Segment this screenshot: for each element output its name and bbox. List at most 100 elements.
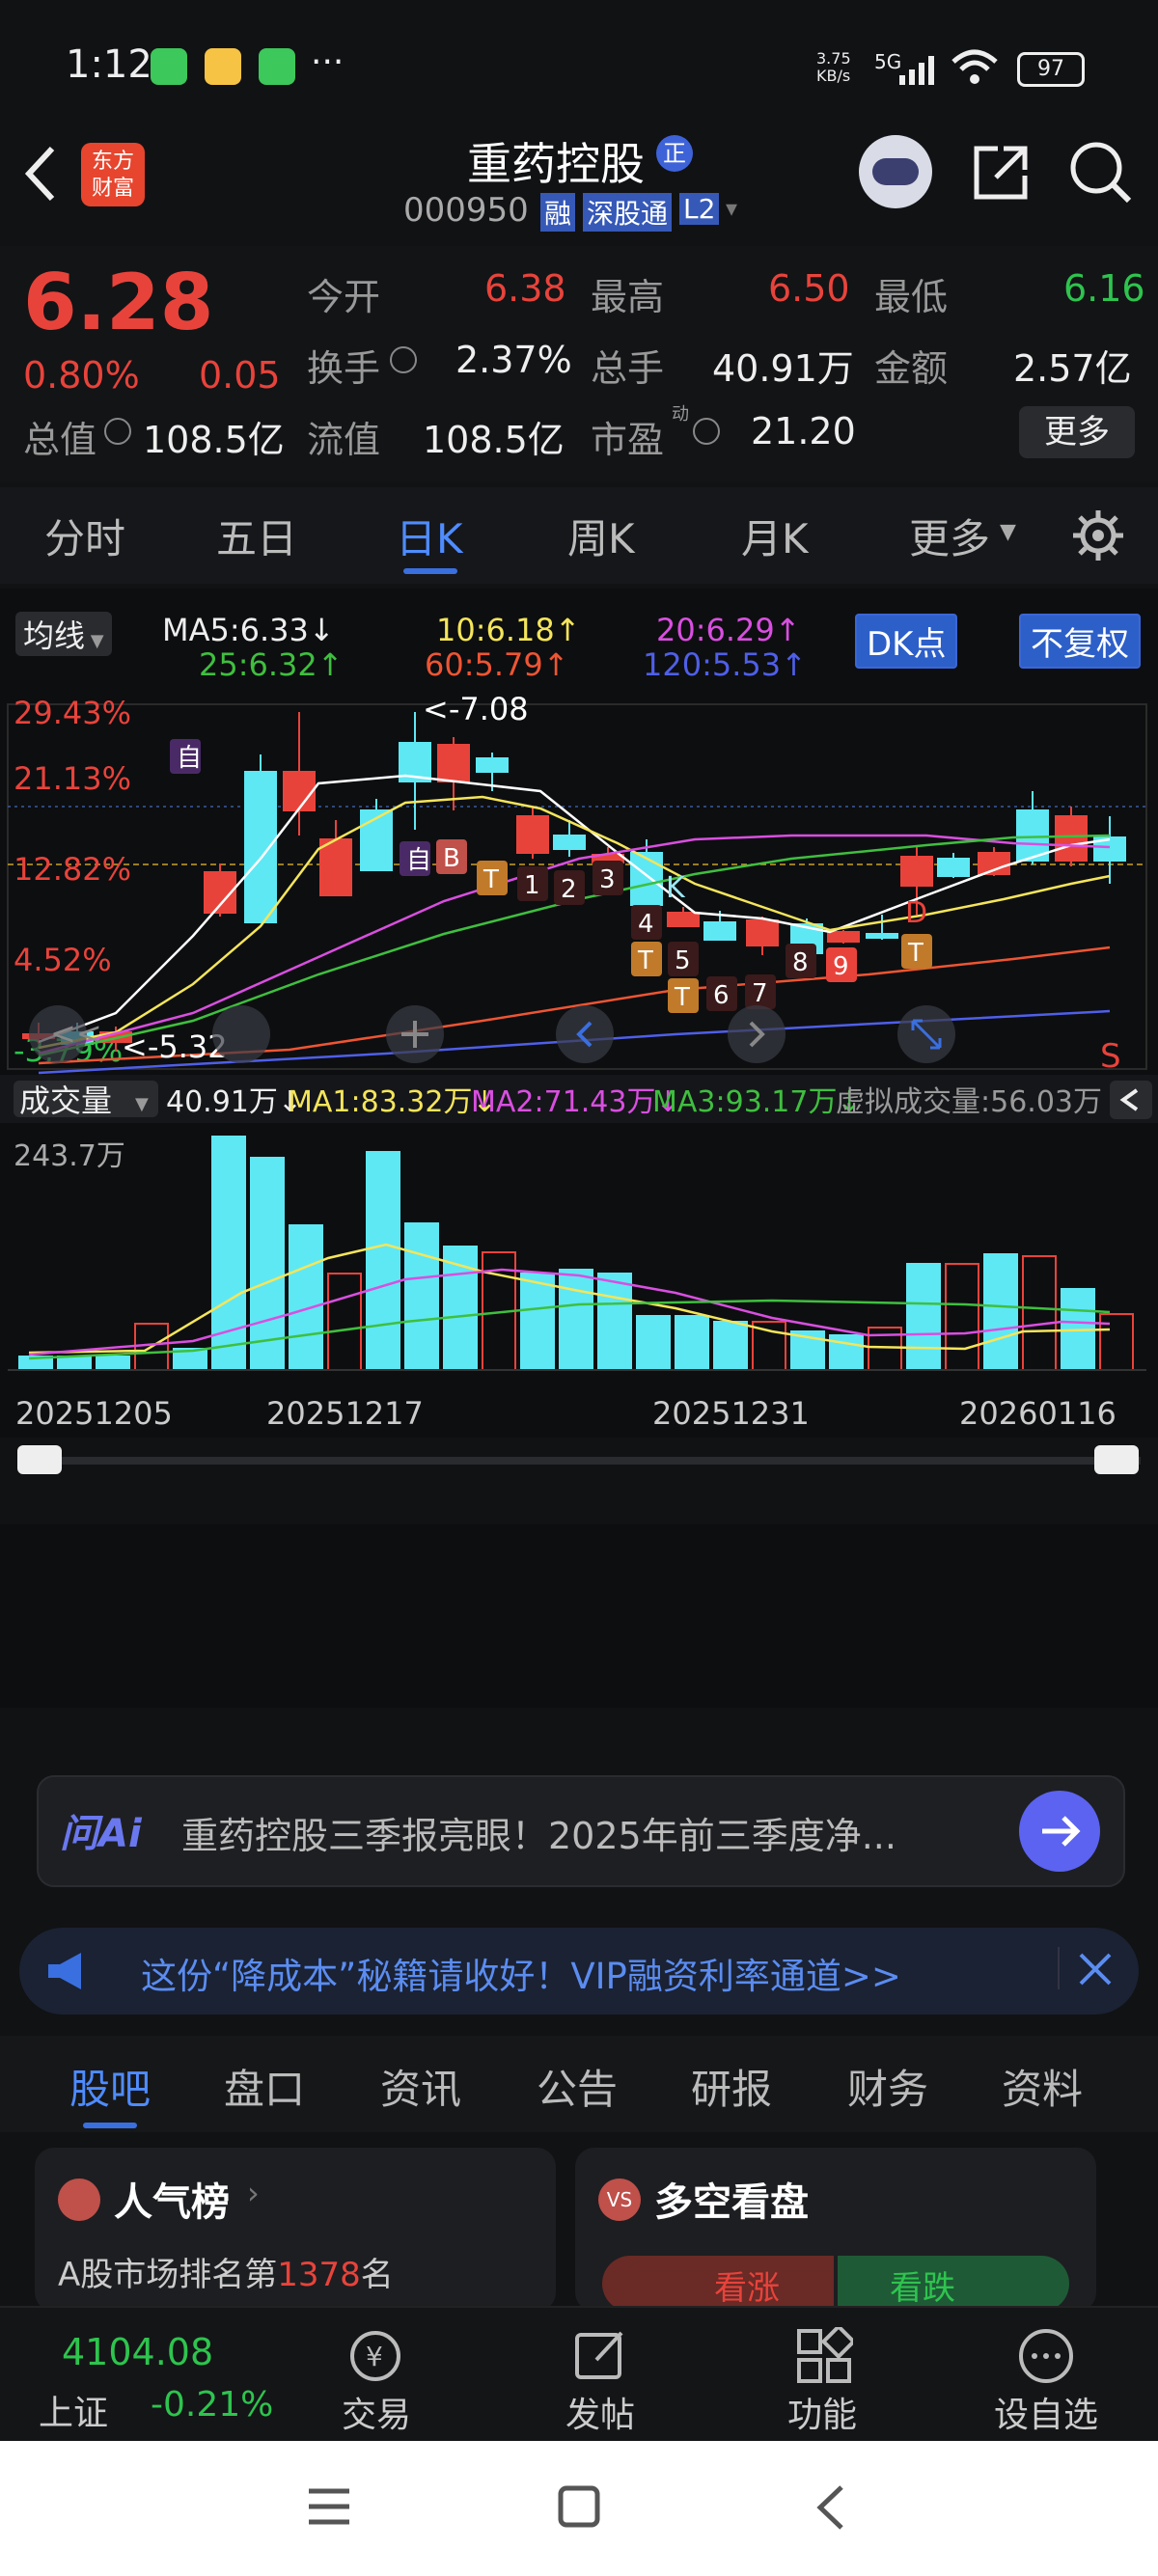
turnover-label: 换手 <box>307 347 381 390</box>
broker-logo-bottom: 财富 <box>91 177 134 201</box>
fullscreen-icon[interactable] <box>897 1005 955 1063</box>
kline-svg[interactable]: 29.43% 21.13% 12.82% 4.52% -3.79% 自自BT12… <box>0 695 1158 1708</box>
info-tabs: 股吧 盘口 资讯 公告 研报 财务 资料 <box>0 2036 1158 2132</box>
volume-label: 总手 <box>591 347 665 390</box>
signal-badge-label: T <box>637 946 653 975</box>
quote-panel: 6.28 0.80% 0.05 今开 6.38 最高 6.50 最低 6.16 … <box>0 246 1158 482</box>
amount-value: 2.57亿 <box>1013 347 1132 390</box>
nav-add-watchlist[interactable]: 设自选 <box>994 2387 1098 2437</box>
tab-intraday[interactable]: 分时 <box>44 507 125 565</box>
ma-selector[interactable]: 均线 ▼ <box>15 612 112 656</box>
k-mark: K <box>666 871 686 905</box>
chevron-right-icon[interactable] <box>728 1005 786 1063</box>
chevron-left-icon[interactable] <box>556 1005 614 1063</box>
popularity-text-post: 名 <box>360 2256 394 2294</box>
range-handle-right[interactable] <box>1094 1445 1139 1474</box>
volume-selector[interactable]: 成交量 <box>19 1082 112 1119</box>
index-change[interactable]: -0.21% <box>151 2385 273 2425</box>
share-icon[interactable] <box>969 141 1033 208</box>
svg-text:<<: << <box>50 1015 102 1052</box>
volume-now: 40.91万↓ <box>166 1085 302 1119</box>
collapse-panel-button[interactable] <box>1110 1081 1152 1119</box>
stock-code: 000950 <box>403 191 529 230</box>
compose-icon[interactable] <box>571 2327 629 2389</box>
signal-icon <box>899 54 942 89</box>
ma-selector-label: 均线 <box>23 617 86 654</box>
search-icon[interactable] <box>1067 139 1135 210</box>
menu-icon[interactable] <box>307 2487 351 2530</box>
date-label-1: 20251205 <box>15 1395 173 1432</box>
info-icon[interactable] <box>390 346 417 373</box>
tab-monthly-k[interactable]: 月K <box>741 507 809 565</box>
high-label: 最高 <box>591 276 665 318</box>
battery-icon: 97 <box>1017 52 1085 87</box>
shield-app-icon <box>259 48 295 85</box>
grid-icon[interactable] <box>795 2323 857 2389</box>
tab-more[interactable]: 更多 <box>909 507 990 565</box>
candle-body <box>827 931 860 943</box>
tab-finance[interactable]: 财务 <box>847 2057 928 2116</box>
back-nav-icon[interactable] <box>814 2483 847 2535</box>
candle-body <box>866 933 898 939</box>
range-handle-left[interactable] <box>17 1445 62 1474</box>
nav-functions[interactable]: 功能 <box>787 2387 857 2437</box>
volume-bar <box>597 1273 632 1371</box>
tab-research[interactable]: 研报 <box>691 2057 772 2116</box>
nav-post[interactable]: 发帖 <box>565 2387 635 2437</box>
more-circle-icon[interactable] <box>1017 2327 1075 2389</box>
network-speed: 3.75 KB/s <box>816 49 851 85</box>
megaphone-icon <box>44 1949 93 1997</box>
popularity-title: 人气榜 <box>114 2180 230 2225</box>
nav-trade[interactable]: 交易 <box>342 2387 411 2437</box>
tab-five-day[interactable]: 五日 <box>216 507 297 565</box>
info-icon[interactable] <box>693 418 720 445</box>
volume-bar <box>636 1315 671 1371</box>
more-button[interactable]: 更多 <box>1019 406 1135 458</box>
change-percent: 0.80% <box>23 354 140 397</box>
bull-bear-card[interactable]: VS 多空看盘 看涨 看跌 <box>575 2148 1096 2312</box>
pan-left-button[interactable] <box>212 1005 270 1063</box>
ma25-value: 25:6.32↑ <box>199 646 344 683</box>
trade-icon[interactable]: ¥ <box>344 2327 407 2389</box>
tab-weekly-k[interactable]: 周K <box>567 507 635 565</box>
tab-daily-k[interactable]: 日K <box>396 507 463 565</box>
volume-bar <box>366 1151 400 1371</box>
back-icon[interactable] <box>21 143 60 208</box>
tag-level[interactable]: L2 <box>679 193 720 225</box>
plus-icon[interactable] <box>386 1005 444 1063</box>
index-value[interactable]: 4104.08 <box>62 2331 213 2373</box>
close-icon[interactable] <box>1071 1945 1119 1997</box>
candle-body <box>1055 815 1088 862</box>
signal-badge-label: B <box>443 844 460 873</box>
dk-button[interactable]: DK点 <box>855 614 958 669</box>
bear-button[interactable]: 看跌 <box>838 2256 1069 2312</box>
robot-assistant-icon[interactable] <box>859 135 932 208</box>
volume-bar <box>57 1356 92 1371</box>
volume-bar <box>96 1356 130 1371</box>
tab-profile[interactable]: 资料 <box>1002 2057 1083 2116</box>
volume-ma3: MA3:93.17万↓ <box>652 1085 862 1119</box>
turnover-value: 2.37% <box>455 339 572 381</box>
signal-badge-label: 8 <box>792 948 809 977</box>
tab-forum[interactable]: 股吧 <box>69 2057 151 2116</box>
volume-bar <box>945 1263 979 1371</box>
popularity-card[interactable]: 人气榜 › A股市场排名第1378名 <box>35 2148 556 2312</box>
info-icon[interactable] <box>104 418 131 445</box>
bull-button[interactable]: 看涨 <box>602 2256 834 2312</box>
ai-question-bar[interactable]: 问Ai 重药控股三季报亮眼！2025年前三季度净... <box>37 1775 1125 1887</box>
svg-text:¥: ¥ <box>366 2341 383 2372</box>
chevron-down-icon[interactable]: ▾ <box>726 195 737 222</box>
ma5-line <box>38 774 1111 1044</box>
tab-news[interactable]: 资讯 <box>380 2057 461 2116</box>
signal-badge-label: 6 <box>713 981 730 1010</box>
adjust-button[interactable]: 不复权 <box>1019 614 1141 669</box>
tab-order-book[interactable]: 盘口 <box>224 2057 305 2116</box>
tab-announcements[interactable]: 公告 <box>537 2057 618 2116</box>
index-name[interactable]: 上证 <box>39 2385 108 2435</box>
amount-label: 金额 <box>874 347 949 390</box>
home-icon[interactable] <box>558 2485 600 2532</box>
vip-promo-bar[interactable]: 这份“降成本”秘籍请收好！VIP融资利率通道>> <box>19 1928 1139 2014</box>
gear-icon[interactable] <box>1071 508 1125 566</box>
volume-ma1: MA1:83.32万↓ <box>288 1085 497 1119</box>
arrow-right-icon[interactable] <box>1019 1791 1100 1872</box>
